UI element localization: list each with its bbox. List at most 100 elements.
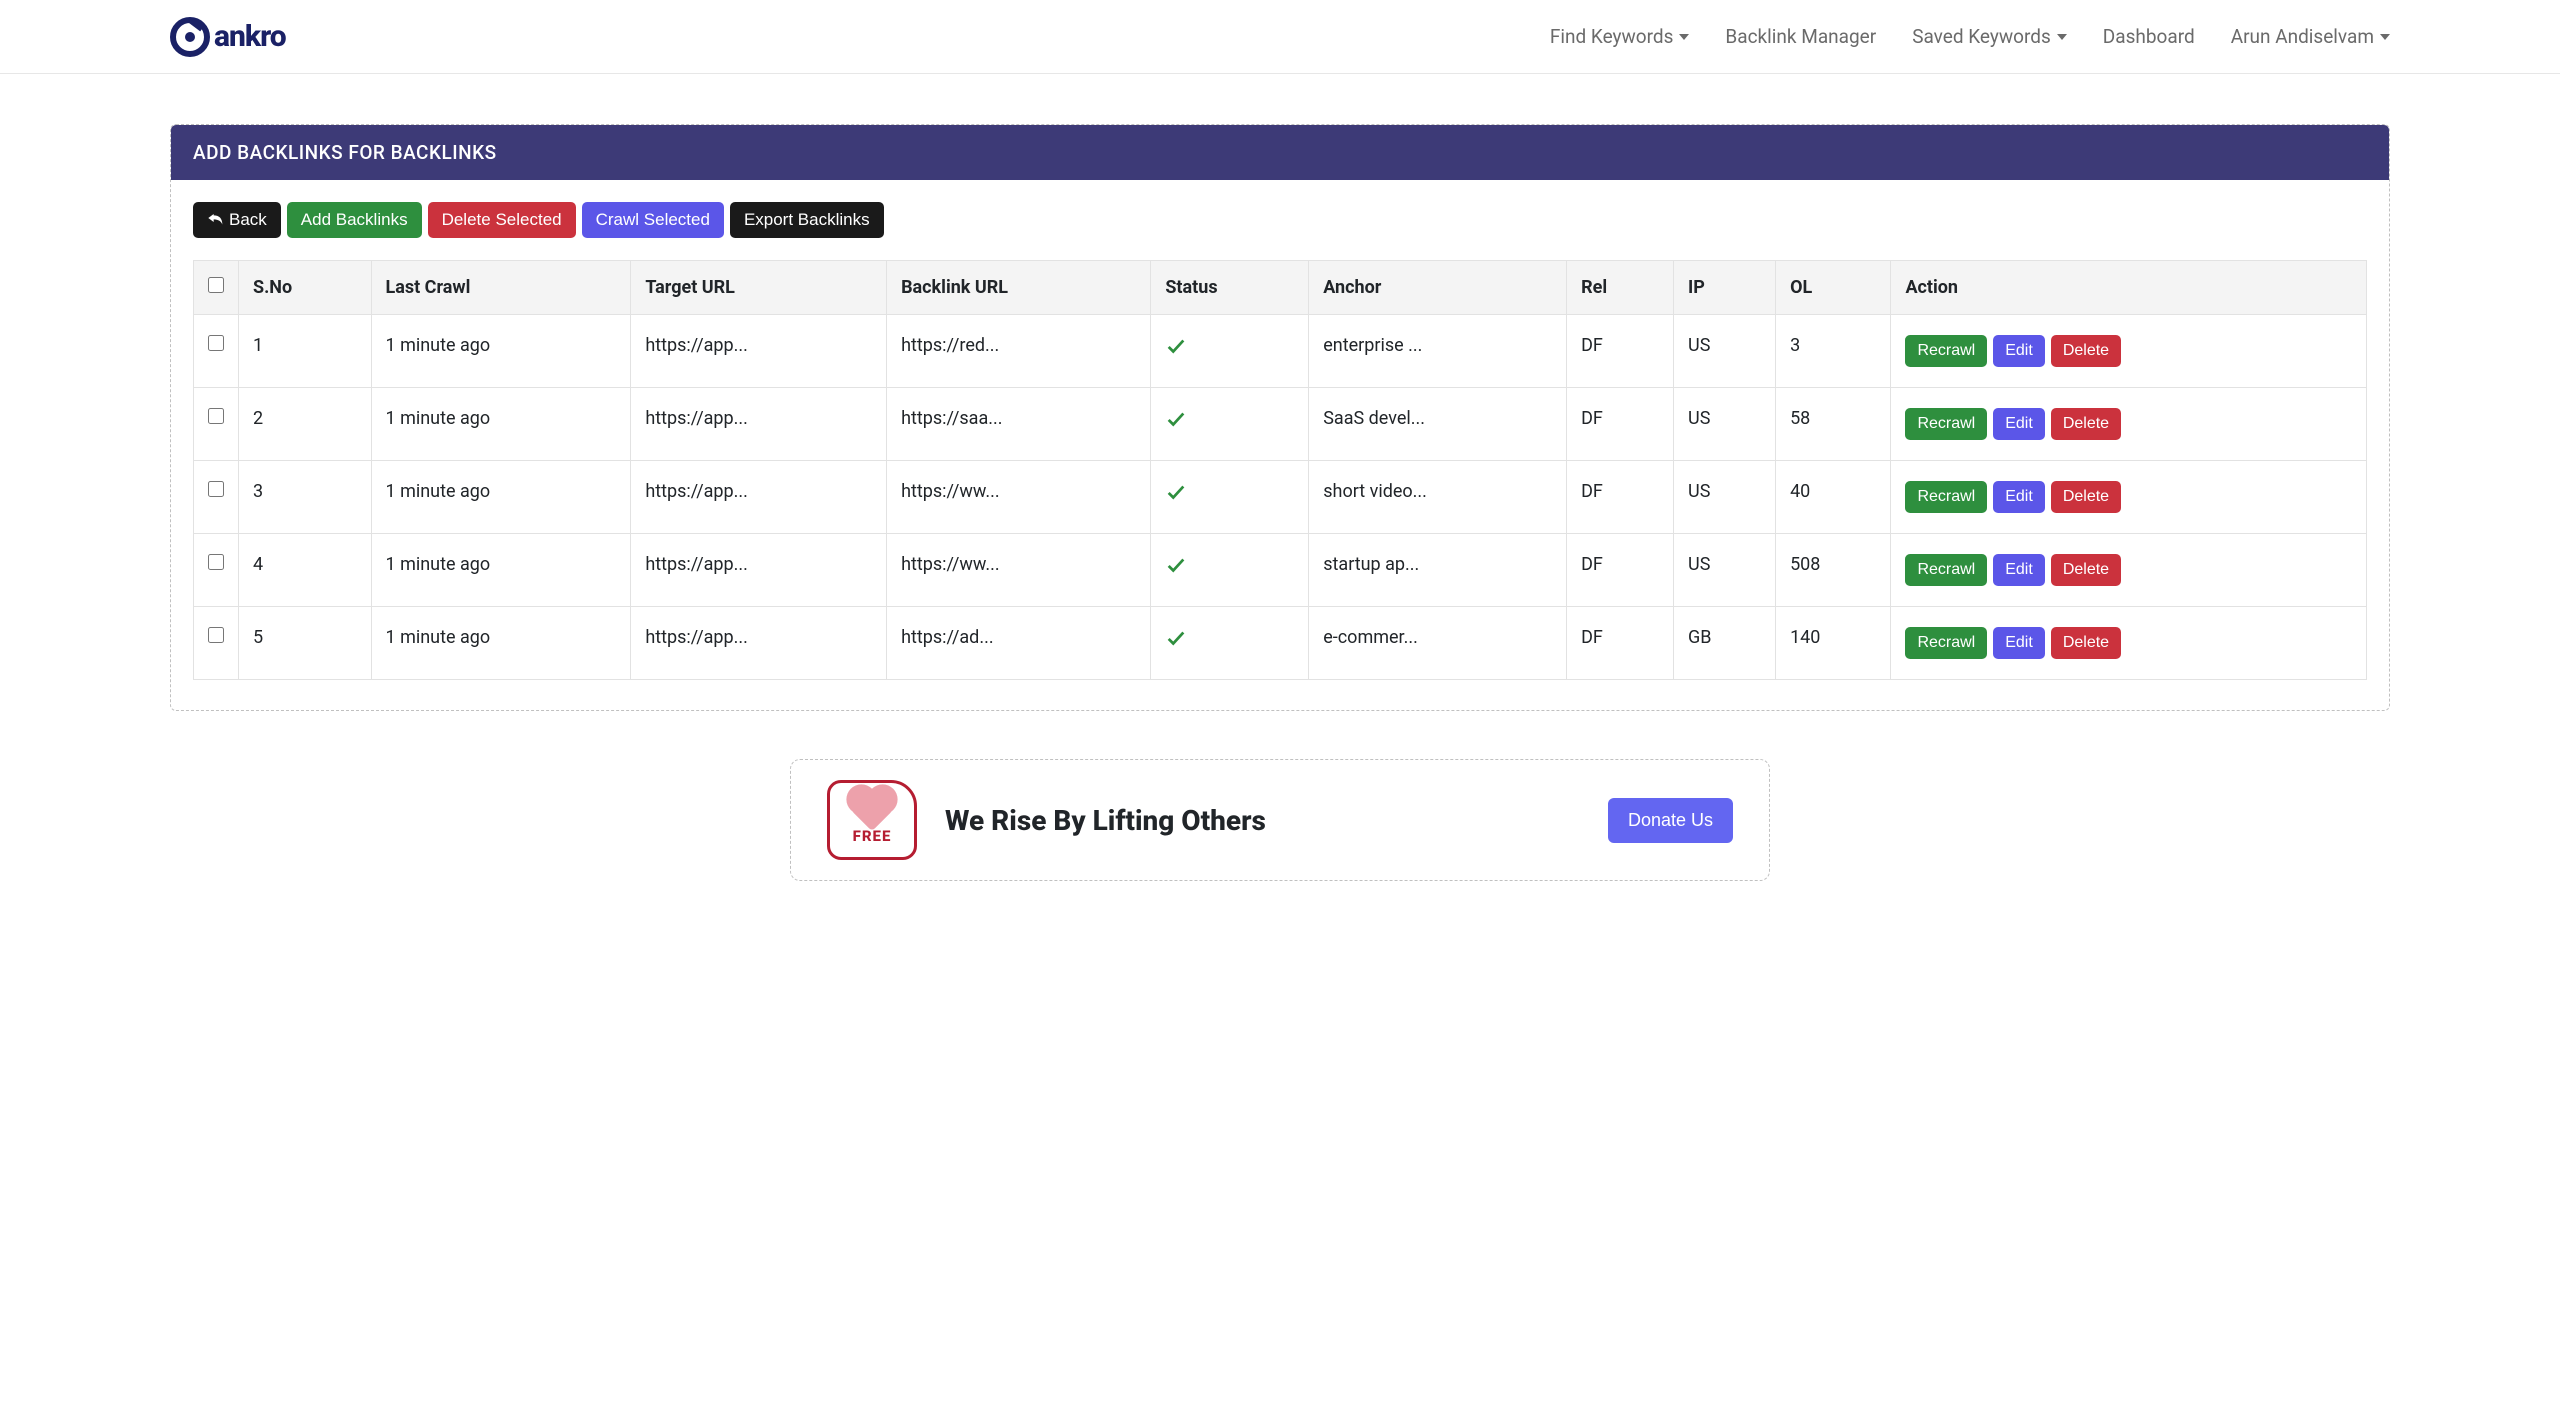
nav-item-arun-andiselvam[interactable]: Arun Andiselvam xyxy=(2231,25,2390,48)
last-crawl-cell: 1 minute ago xyxy=(371,315,631,388)
row-checkbox[interactable] xyxy=(208,408,224,424)
ip-cell: US xyxy=(1674,388,1776,461)
recrawl-button[interactable]: Recrawl xyxy=(1905,627,1987,659)
column-header: Rel xyxy=(1567,261,1674,315)
ol-cell: 140 xyxy=(1776,607,1891,680)
delete-button[interactable]: Delete xyxy=(2051,627,2121,659)
backlink-url-cell: https://saa... xyxy=(887,388,1151,461)
recrawl-button[interactable]: Recrawl xyxy=(1905,554,1987,586)
check-icon xyxy=(1165,487,1187,508)
status-cell xyxy=(1151,534,1309,607)
column-header: Backlink URL xyxy=(887,261,1151,315)
column-header: OL xyxy=(1776,261,1891,315)
add-backlinks-button[interactable]: Add Backlinks xyxy=(287,202,422,238)
target-url-cell: https://app... xyxy=(631,461,887,534)
chevron-down-icon xyxy=(2380,34,2390,40)
export-backlinks-button[interactable]: Export Backlinks xyxy=(730,202,884,238)
donate-card: FREE We Rise By Lifting Others Donate Us xyxy=(790,759,1770,881)
column-header: Action xyxy=(1891,261,2367,315)
table-row: 41 minute agohttps://app...https://ww...… xyxy=(194,534,2367,607)
back-button[interactable]: Back xyxy=(193,202,281,238)
row-checkbox[interactable] xyxy=(208,335,224,351)
reply-icon xyxy=(207,210,223,230)
logo-icon xyxy=(170,17,210,57)
back-button-label: Back xyxy=(229,210,267,230)
table-row: 31 minute agohttps://app...https://ww...… xyxy=(194,461,2367,534)
status-cell xyxy=(1151,315,1309,388)
nav-item-find-keywords[interactable]: Find Keywords xyxy=(1550,25,1690,48)
target-url-cell: https://app... xyxy=(631,315,887,388)
brand-logo[interactable]: ankro xyxy=(170,17,286,57)
edit-button[interactable]: Edit xyxy=(1993,481,2045,513)
action-cell: RecrawlEditDelete xyxy=(1891,534,2367,607)
nav-item-label: Arun Andiselvam xyxy=(2231,25,2374,48)
nav-item-backlink-manager[interactable]: Backlink Manager xyxy=(1725,25,1876,48)
recrawl-button[interactable]: Recrawl xyxy=(1905,335,1987,367)
anchor-cell: SaaS devel... xyxy=(1309,388,1567,461)
crawl-selected-button[interactable]: Crawl Selected xyxy=(582,202,724,238)
column-header: IP xyxy=(1674,261,1776,315)
nav-item-dashboard[interactable]: Dashboard xyxy=(2103,25,2195,48)
nav-item-label: Find Keywords xyxy=(1550,25,1674,48)
action-cell: RecrawlEditDelete xyxy=(1891,315,2367,388)
table-row: 11 minute agohttps://app...https://red..… xyxy=(194,315,2367,388)
nav-item-saved-keywords[interactable]: Saved Keywords xyxy=(1912,25,2067,48)
sno-cell: 4 xyxy=(239,534,372,607)
ol-cell: 3 xyxy=(1776,315,1891,388)
ol-cell: 508 xyxy=(1776,534,1891,607)
nav-item-label: Dashboard xyxy=(2103,25,2195,48)
column-header: Status xyxy=(1151,261,1309,315)
rel-cell: DF xyxy=(1567,388,1674,461)
row-checkbox[interactable] xyxy=(208,554,224,570)
ip-cell: US xyxy=(1674,461,1776,534)
column-header: S.No xyxy=(239,261,372,315)
anchor-cell: startup ap... xyxy=(1309,534,1567,607)
ol-cell: 40 xyxy=(1776,461,1891,534)
action-cell: RecrawlEditDelete xyxy=(1891,607,2367,680)
backlink-url-cell: https://red... xyxy=(887,315,1151,388)
ol-cell: 58 xyxy=(1776,388,1891,461)
edit-button[interactable]: Edit xyxy=(1993,627,2045,659)
sno-cell: 5 xyxy=(239,607,372,680)
status-cell xyxy=(1151,388,1309,461)
recrawl-button[interactable]: Recrawl xyxy=(1905,481,1987,513)
rel-cell: DF xyxy=(1567,607,1674,680)
column-header: Anchor xyxy=(1309,261,1567,315)
anchor-cell: short video... xyxy=(1309,461,1567,534)
select-all-checkbox[interactable] xyxy=(208,277,224,293)
status-cell xyxy=(1151,461,1309,534)
edit-button[interactable]: Edit xyxy=(1993,408,2045,440)
row-checkbox[interactable] xyxy=(208,481,224,497)
target-url-cell: https://app... xyxy=(631,607,887,680)
nav-item-label: Saved Keywords xyxy=(1912,25,2051,48)
delete-button[interactable]: Delete xyxy=(2051,554,2121,586)
action-cell: RecrawlEditDelete xyxy=(1891,461,2367,534)
edit-button[interactable]: Edit xyxy=(1993,554,2045,586)
delete-selected-button[interactable]: Delete Selected xyxy=(428,202,576,238)
last-crawl-cell: 1 minute ago xyxy=(371,607,631,680)
check-icon xyxy=(1165,560,1187,581)
status-cell xyxy=(1151,607,1309,680)
last-crawl-cell: 1 minute ago xyxy=(371,461,631,534)
row-checkbox[interactable] xyxy=(208,627,224,643)
target-url-cell: https://app... xyxy=(631,534,887,607)
recrawl-button[interactable]: Recrawl xyxy=(1905,408,1987,440)
anchor-cell: enterprise ... xyxy=(1309,315,1567,388)
nav-links: Find Keywords Backlink Manager Saved Keywo… xyxy=(1550,25,2390,48)
rel-cell: DF xyxy=(1567,461,1674,534)
table-row: 51 minute agohttps://app...https://ad...… xyxy=(194,607,2367,680)
donate-button[interactable]: Donate Us xyxy=(1608,798,1733,843)
delete-button[interactable]: Delete xyxy=(2051,335,2121,367)
ip-cell: GB xyxy=(1674,607,1776,680)
last-crawl-cell: 1 minute ago xyxy=(371,534,631,607)
heart-icon xyxy=(851,789,893,831)
toolbar: Back Add Backlinks Delete Selected Crawl… xyxy=(193,202,2367,238)
delete-button[interactable]: Delete xyxy=(2051,408,2121,440)
sno-cell: 2 xyxy=(239,388,372,461)
rel-cell: DF xyxy=(1567,534,1674,607)
delete-button[interactable]: Delete xyxy=(2051,481,2121,513)
column-header: Target URL xyxy=(631,261,887,315)
chevron-down-icon xyxy=(1679,34,1689,40)
last-crawl-cell: 1 minute ago xyxy=(371,388,631,461)
edit-button[interactable]: Edit xyxy=(1993,335,2045,367)
